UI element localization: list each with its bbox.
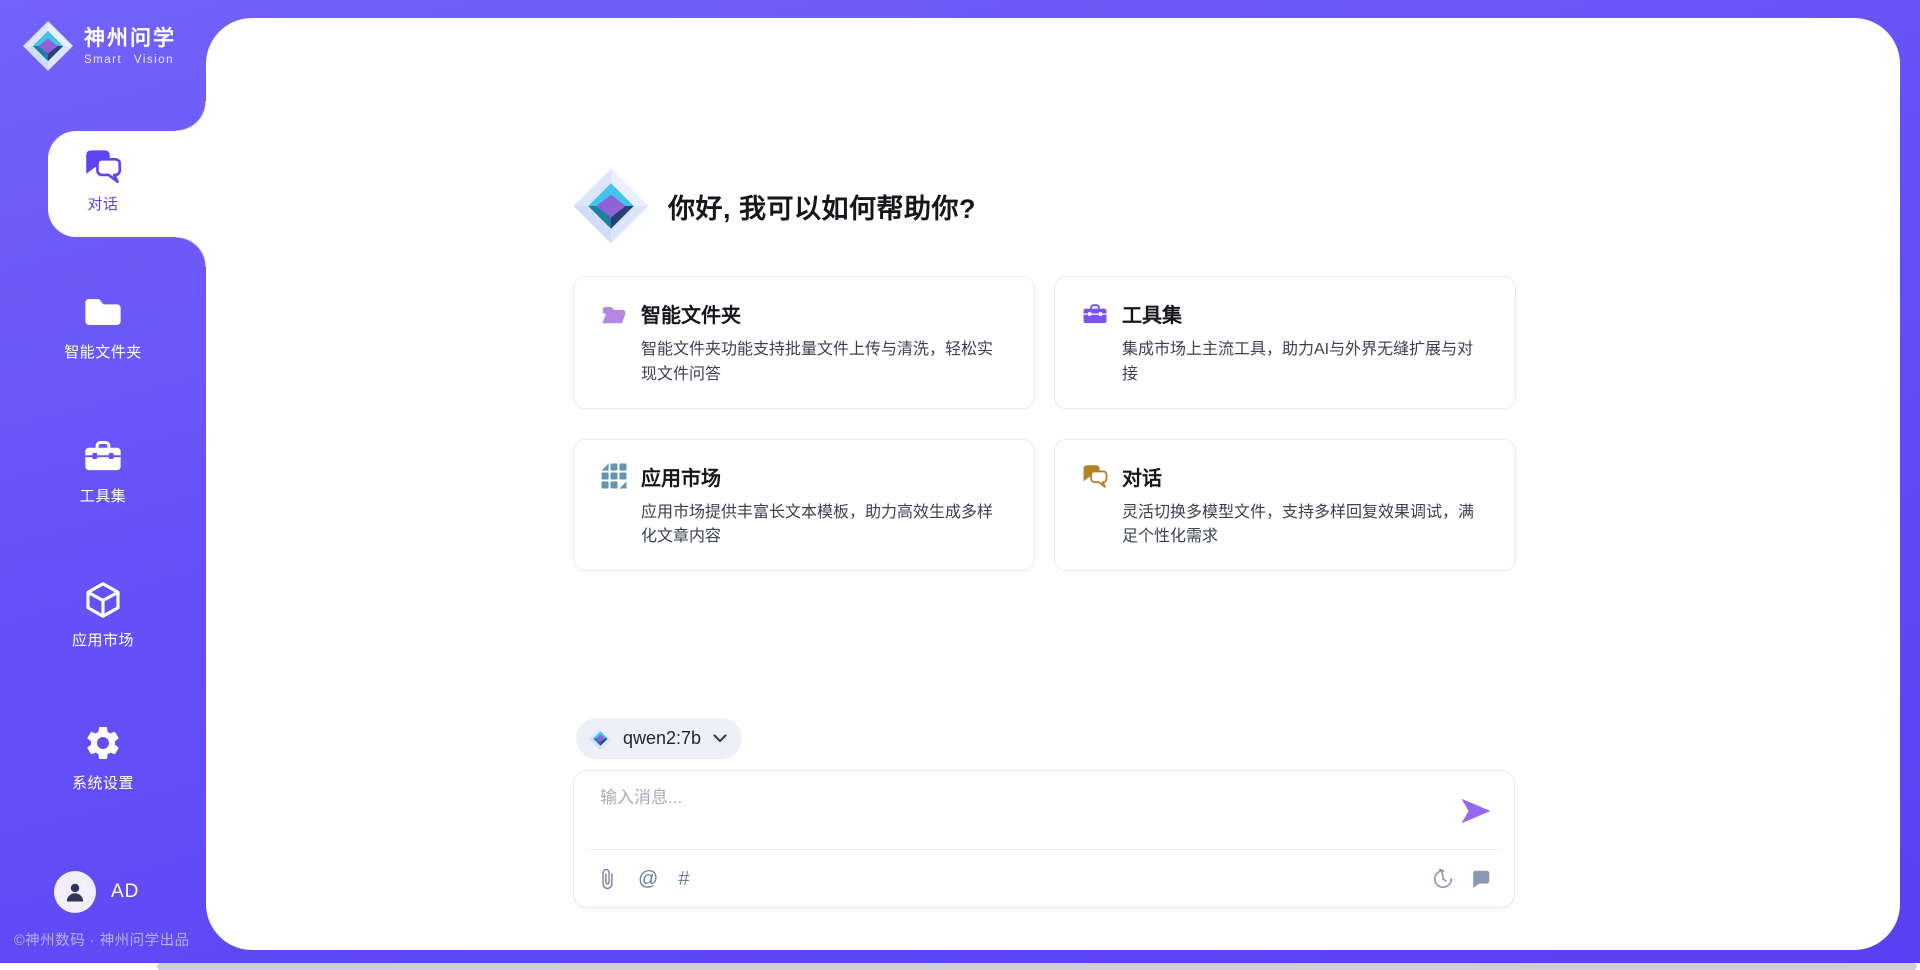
app-subtitle: Smart Vision [84, 54, 176, 66]
card-title: 应用市场 [641, 462, 721, 491]
greeting-logo-icon [572, 167, 650, 245]
sidebar-item-label: 对话 [87, 193, 118, 214]
card-chat[interactable]: 对话 灵活切换多模型文件，支持多样回复效果调试，满足个性化需求 [1054, 439, 1516, 572]
app-title: 神州问学 [84, 27, 176, 51]
main-panel: 你好, 我可以如何帮助你? 智能文件夹 智能文件夹功能支持批量文件上传与清洗，轻… [206, 18, 1900, 950]
card-description: 集成市场上主流工具，助力AI与外界无缝扩展与对接 [1122, 338, 1489, 388]
cube-icon [83, 580, 123, 620]
model-name: qwen2:7b [623, 728, 701, 749]
model-logo-icon [588, 726, 613, 751]
chat-icon [84, 148, 122, 184]
folder-icon [83, 292, 123, 332]
message-composer: @ # [573, 770, 1515, 908]
sidebar-item-app-market[interactable]: 应用市场 [0, 580, 206, 650]
card-app-market[interactable]: 应用市场 应用市场提供丰富长文本模板，助力高效生成多样化文章内容 [573, 439, 1035, 572]
sidebar-item-label: 工具集 [80, 485, 127, 506]
app-logo-icon [22, 20, 74, 72]
toolbox-icon [83, 436, 123, 476]
card-toolset[interactable]: 工具集 集成市场上主流工具，助力AI与外界无缝扩展与对接 [1054, 276, 1516, 409]
sidebar-item-smart-folder[interactable]: 智能文件夹 [0, 292, 206, 362]
chat-bubble-button[interactable] [1470, 868, 1492, 890]
feature-cards: 智能文件夹 智能文件夹功能支持批量文件上传与清洗，轻松实现文件问答 工具集 集成… [573, 276, 1516, 571]
person-icon [63, 880, 87, 904]
send-icon [1460, 797, 1492, 825]
sidebar-item-label: 智能文件夹 [64, 341, 142, 362]
user-profile[interactable]: AD [54, 871, 139, 913]
app-brand: 神州问学 Smart Vision [22, 20, 176, 72]
gear-icon [83, 723, 123, 763]
model-selector[interactable]: qwen2:7b [576, 718, 742, 759]
horizontal-scrollbar-thumb[interactable] [157, 963, 1917, 970]
folder-open-icon [601, 301, 627, 327]
card-title: 对话 [1122, 462, 1162, 491]
mention-button[interactable]: @ [638, 869, 658, 889]
chat-bubble-icon [1470, 868, 1492, 890]
card-description: 灵活切换多模型文件，支持多样回复效果调试，满足个性化需求 [1122, 501, 1489, 551]
message-input[interactable] [598, 787, 1422, 809]
chat-icon [1082, 463, 1108, 489]
card-description: 应用市场提供丰富长文本模板，助力高效生成多样化文章内容 [641, 501, 1008, 551]
toolbar-right-group [1432, 868, 1492, 890]
horizontal-scrollbar-track [0, 963, 1920, 970]
sidebar-item-label: 系统设置 [72, 772, 134, 793]
greeting-block: 你好, 我可以如何帮助你? [572, 167, 976, 245]
card-title: 智能文件夹 [641, 299, 741, 328]
composer-toolbar: @ # [574, 850, 1514, 907]
greeting-title: 你好, 我可以如何帮助你? [668, 187, 976, 226]
chevron-down-icon [713, 734, 727, 743]
history-button[interactable] [1432, 868, 1454, 890]
card-smart-folder[interactable]: 智能文件夹 智能文件夹功能支持批量文件上传与清洗，轻松实现文件问答 [573, 276, 1035, 409]
user-name: AD [111, 881, 139, 903]
paperclip-icon [596, 868, 618, 890]
card-description: 智能文件夹功能支持批量文件上传与清洗，轻松实现文件问答 [641, 338, 1008, 388]
sidebar-item-settings[interactable]: 系统设置 [0, 723, 206, 793]
active-tab-fillet-top [176, 101, 206, 131]
card-title: 工具集 [1122, 299, 1182, 328]
sidebar-item-chat[interactable]: 对话 [0, 148, 206, 214]
avatar [54, 871, 96, 913]
active-tab-fillet-bottom [176, 237, 206, 267]
hashtag-button[interactable]: # [678, 869, 689, 889]
copyright-text: ©神州数码 · 神州问学出品 [14, 929, 190, 950]
toolbox-icon [1082, 301, 1108, 327]
sidebar-item-label: 应用市场 [72, 629, 134, 650]
grid-icon [601, 463, 627, 489]
send-button[interactable] [1460, 797, 1492, 825]
sidebar-item-toolset[interactable]: 工具集 [0, 436, 206, 506]
attach-file-button[interactable] [596, 868, 618, 890]
history-icon [1432, 868, 1454, 890]
